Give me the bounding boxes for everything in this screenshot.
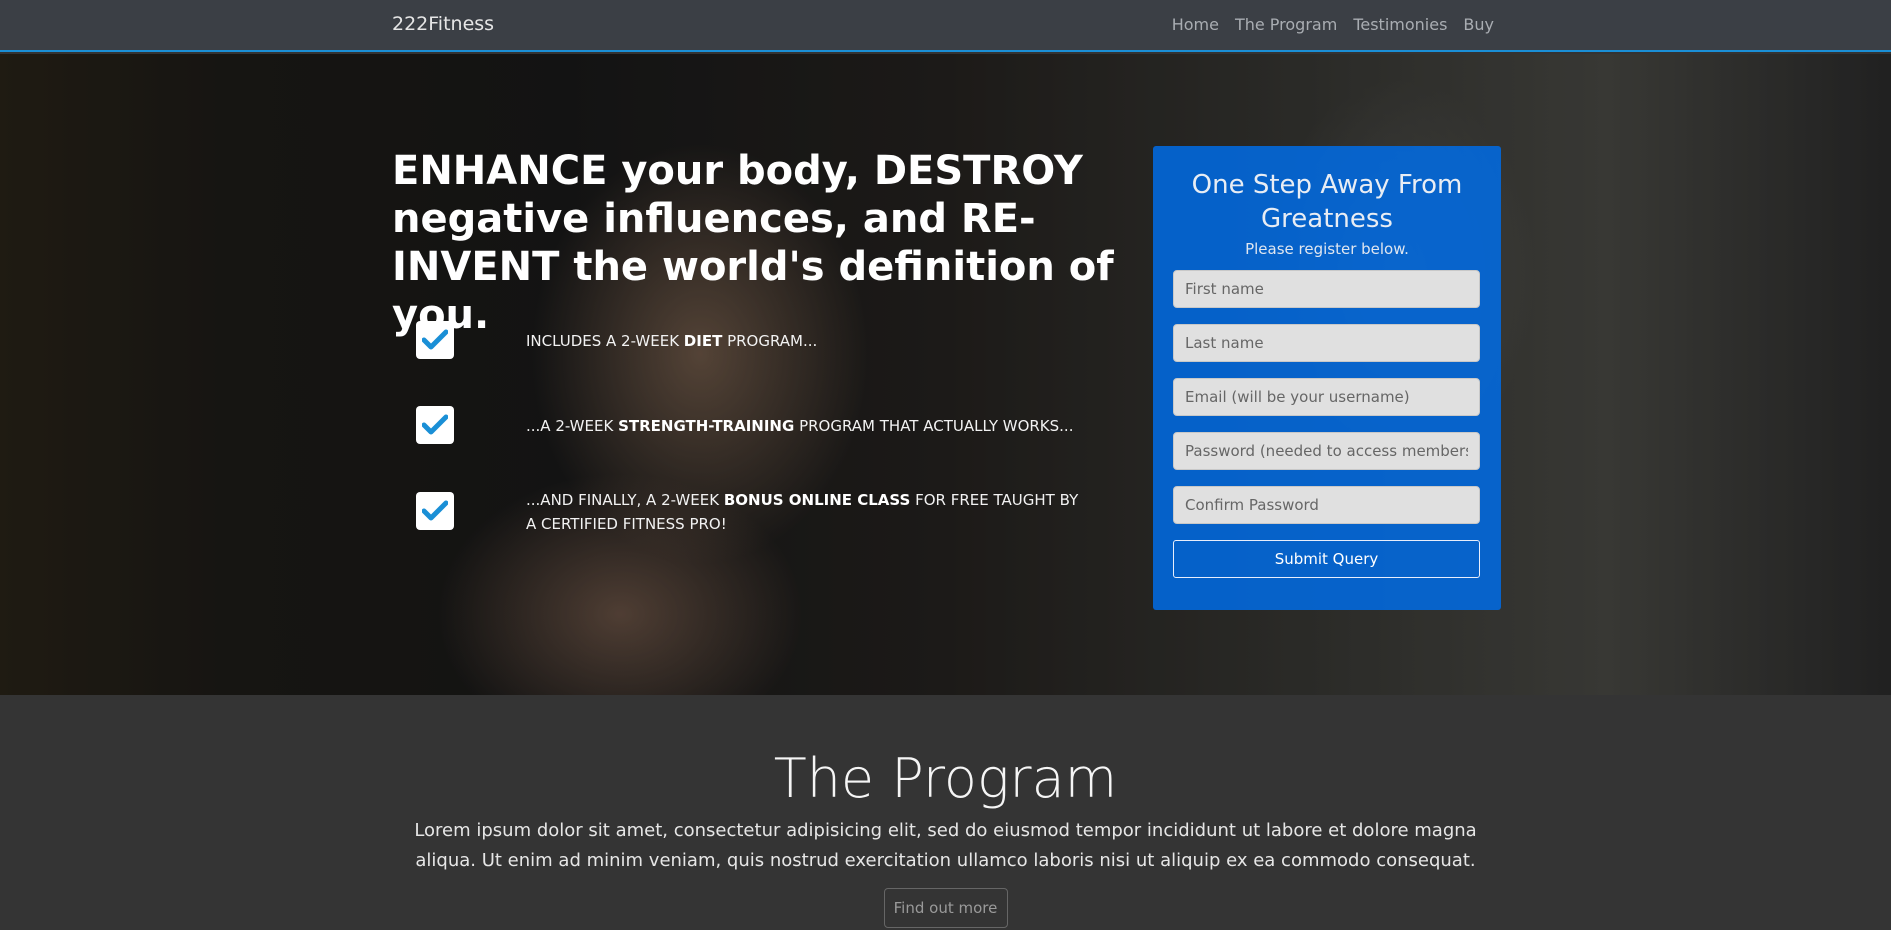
feature-text-bold: bonus online class bbox=[723, 491, 911, 509]
email-input[interactable] bbox=[1173, 378, 1480, 416]
form-title: One Step Away From Greatness bbox=[1191, 170, 1463, 234]
top-navbar: 222Fitness Home The Program Testimonies … bbox=[0, 0, 1891, 52]
feature-item: ...And finally, a 2-week bonus online cl… bbox=[416, 491, 1078, 533]
nav-links: Home The Program Testimonies Buy bbox=[1172, 15, 1494, 34]
checkmark-icon bbox=[416, 492, 454, 530]
feature-text-bold: strength-training bbox=[618, 417, 795, 435]
nav-the-program[interactable]: The Program bbox=[1235, 15, 1337, 34]
nav-buy[interactable]: Buy bbox=[1463, 15, 1494, 34]
feature-item: ...A 2-week strength-training program th… bbox=[416, 406, 1073, 444]
first-name-input[interactable] bbox=[1173, 270, 1480, 308]
feature-item: Includes a 2-week diet program... bbox=[416, 321, 817, 359]
program-title: The Program bbox=[773, 747, 1118, 810]
find-out-more-button[interactable]: Find out more bbox=[883, 888, 1008, 928]
brand-logo[interactable]: 222Fitness bbox=[392, 13, 494, 35]
hero-section: ENHANCE your body, DESTROY negative infl… bbox=[0, 54, 1891, 695]
headline-text: your body, bbox=[607, 148, 874, 194]
confirm-password-input[interactable] bbox=[1173, 486, 1480, 524]
feature-text-pre: Includes a 2-week bbox=[526, 332, 684, 350]
feature-text-bold: diet bbox=[683, 332, 723, 350]
feature-text: ...A 2-week strength-training program th… bbox=[526, 414, 1086, 438]
feature-text-post: program that actually works... bbox=[794, 417, 1074, 435]
program-description: Lorem ipsum dolor sit amet, consectetur … bbox=[414, 820, 1477, 871]
password-input[interactable] bbox=[1173, 432, 1480, 470]
feature-text: Includes a 2-week diet program... bbox=[526, 329, 1086, 353]
nav-home[interactable]: Home bbox=[1172, 15, 1219, 34]
feature-text-post: program... bbox=[722, 332, 818, 350]
feature-text: ...And finally, a 2-week bonus online cl… bbox=[526, 488, 1086, 536]
headline-word-enhance: ENHANCE bbox=[392, 148, 608, 194]
feature-text-pre: ...A 2-week bbox=[526, 417, 619, 435]
checkmark-icon bbox=[416, 406, 454, 444]
nav-testimonies[interactable]: Testimonies bbox=[1353, 15, 1447, 34]
headline-word-destroy: DESTROY bbox=[873, 148, 1083, 194]
submit-query-button[interactable]: Submit Query bbox=[1173, 540, 1480, 578]
last-name-input[interactable] bbox=[1173, 324, 1480, 362]
feature-text-pre: ...And finally, a 2-week bbox=[526, 491, 724, 509]
hero-headline: ENHANCE your body, DESTROY negative infl… bbox=[392, 147, 1132, 339]
program-section: The Program Lorem ipsum dolor sit amet, … bbox=[0, 695, 1891, 930]
registration-form: One Step Away From Greatness Please regi… bbox=[1153, 146, 1501, 610]
checkmark-icon bbox=[416, 321, 454, 359]
headline-text: negative influences, and bbox=[392, 196, 961, 242]
form-subtitle: Please register below. bbox=[1245, 240, 1409, 258]
